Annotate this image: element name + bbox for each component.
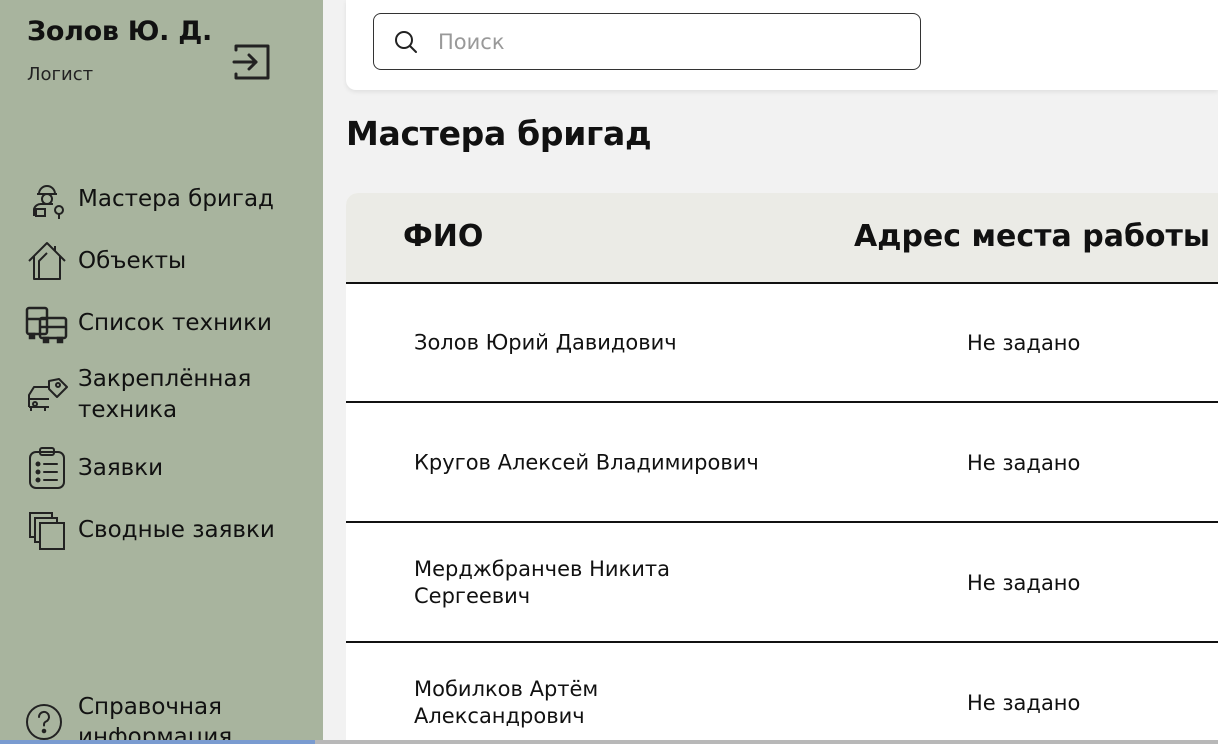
column-header-address[interactable]: Адрес места работы (854, 219, 1210, 254)
sidebar-item-assigned-vehicles[interactable]: Закреплённая техника (24, 364, 278, 426)
stacked-documents-icon (24, 507, 70, 553)
column-header-name[interactable]: ФИО (403, 219, 483, 254)
sidebar-item-objects[interactable]: Объекты (24, 238, 186, 284)
sidebar-item-vehicles[interactable]: Список техники (24, 300, 272, 346)
sidebar-item-label: Объекты (78, 247, 187, 274)
cell-name: Золов Юрий Давидович (414, 330, 677, 354)
sidebar-item-summary-requests[interactable]: Сводные заявки (24, 507, 275, 553)
sidebar: Золов Ю. Д. Логист Мастера бригад Объект… (0, 0, 323, 744)
scrollbar-thumb[interactable] (0, 740, 315, 744)
search-input[interactable] (438, 29, 898, 54)
sidebar-item-requests[interactable]: Заявки (24, 445, 163, 491)
page-title: Мастера бригад (346, 114, 652, 153)
cell-address: Не задано (967, 690, 1081, 715)
house-icon (24, 238, 70, 284)
search-icon (392, 28, 420, 56)
table-row[interactable]: Мерджбранчев Никита Сергеевич Не задано (346, 524, 1218, 643)
clipboard-icon (24, 445, 70, 491)
cell-name: Мерджбранчев Никита Сергеевич (414, 556, 670, 608)
table-header: ФИО Адрес места работы (346, 193, 1218, 284)
vehicles-icon (24, 300, 70, 346)
sidebar-item-label: Закреплённая техника (78, 366, 252, 423)
cell-name: Мобилков Артём Александрович (414, 676, 599, 728)
topbar (346, 0, 1218, 90)
cell-address: Не задано (967, 330, 1081, 355)
sidebar-item-label: Список техники (78, 309, 272, 336)
user-name: Золов Ю. Д. (27, 16, 212, 47)
table-row[interactable]: Кругов Алексей Владимирович Не задано (346, 404, 1218, 523)
cell-name: Кругов Алексей Владимирович (414, 450, 759, 474)
sidebar-item-label: Мастера бригад (78, 185, 274, 212)
masters-table: ФИО Адрес места работы Золов Юрий Давидо… (346, 193, 1218, 744)
worker-icon (24, 176, 70, 222)
search-box[interactable] (373, 13, 921, 70)
sidebar-item-label: Заявки (78, 454, 164, 481)
sidebar-item-masters[interactable]: Мастера бригад (24, 176, 274, 222)
table-row[interactable]: Мобилков Артём Александрович Не задано (346, 644, 1218, 744)
sidebar-item-label: Справочная информация (78, 694, 233, 744)
tagged-vehicle-icon (24, 372, 70, 418)
cell-address: Не задано (967, 570, 1081, 595)
user-role: Логист (27, 64, 94, 85)
question-circle-icon (24, 702, 64, 742)
cell-address: Не задано (967, 450, 1081, 475)
horizontal-scrollbar[interactable] (0, 740, 1218, 744)
sidebar-item-label: Сводные заявки (78, 516, 275, 543)
sidebar-item-help[interactable]: Справочная информация (24, 692, 278, 744)
table-row[interactable]: Золов Юрий Давидович Не задано (346, 284, 1218, 403)
logout-icon[interactable] (230, 40, 274, 84)
